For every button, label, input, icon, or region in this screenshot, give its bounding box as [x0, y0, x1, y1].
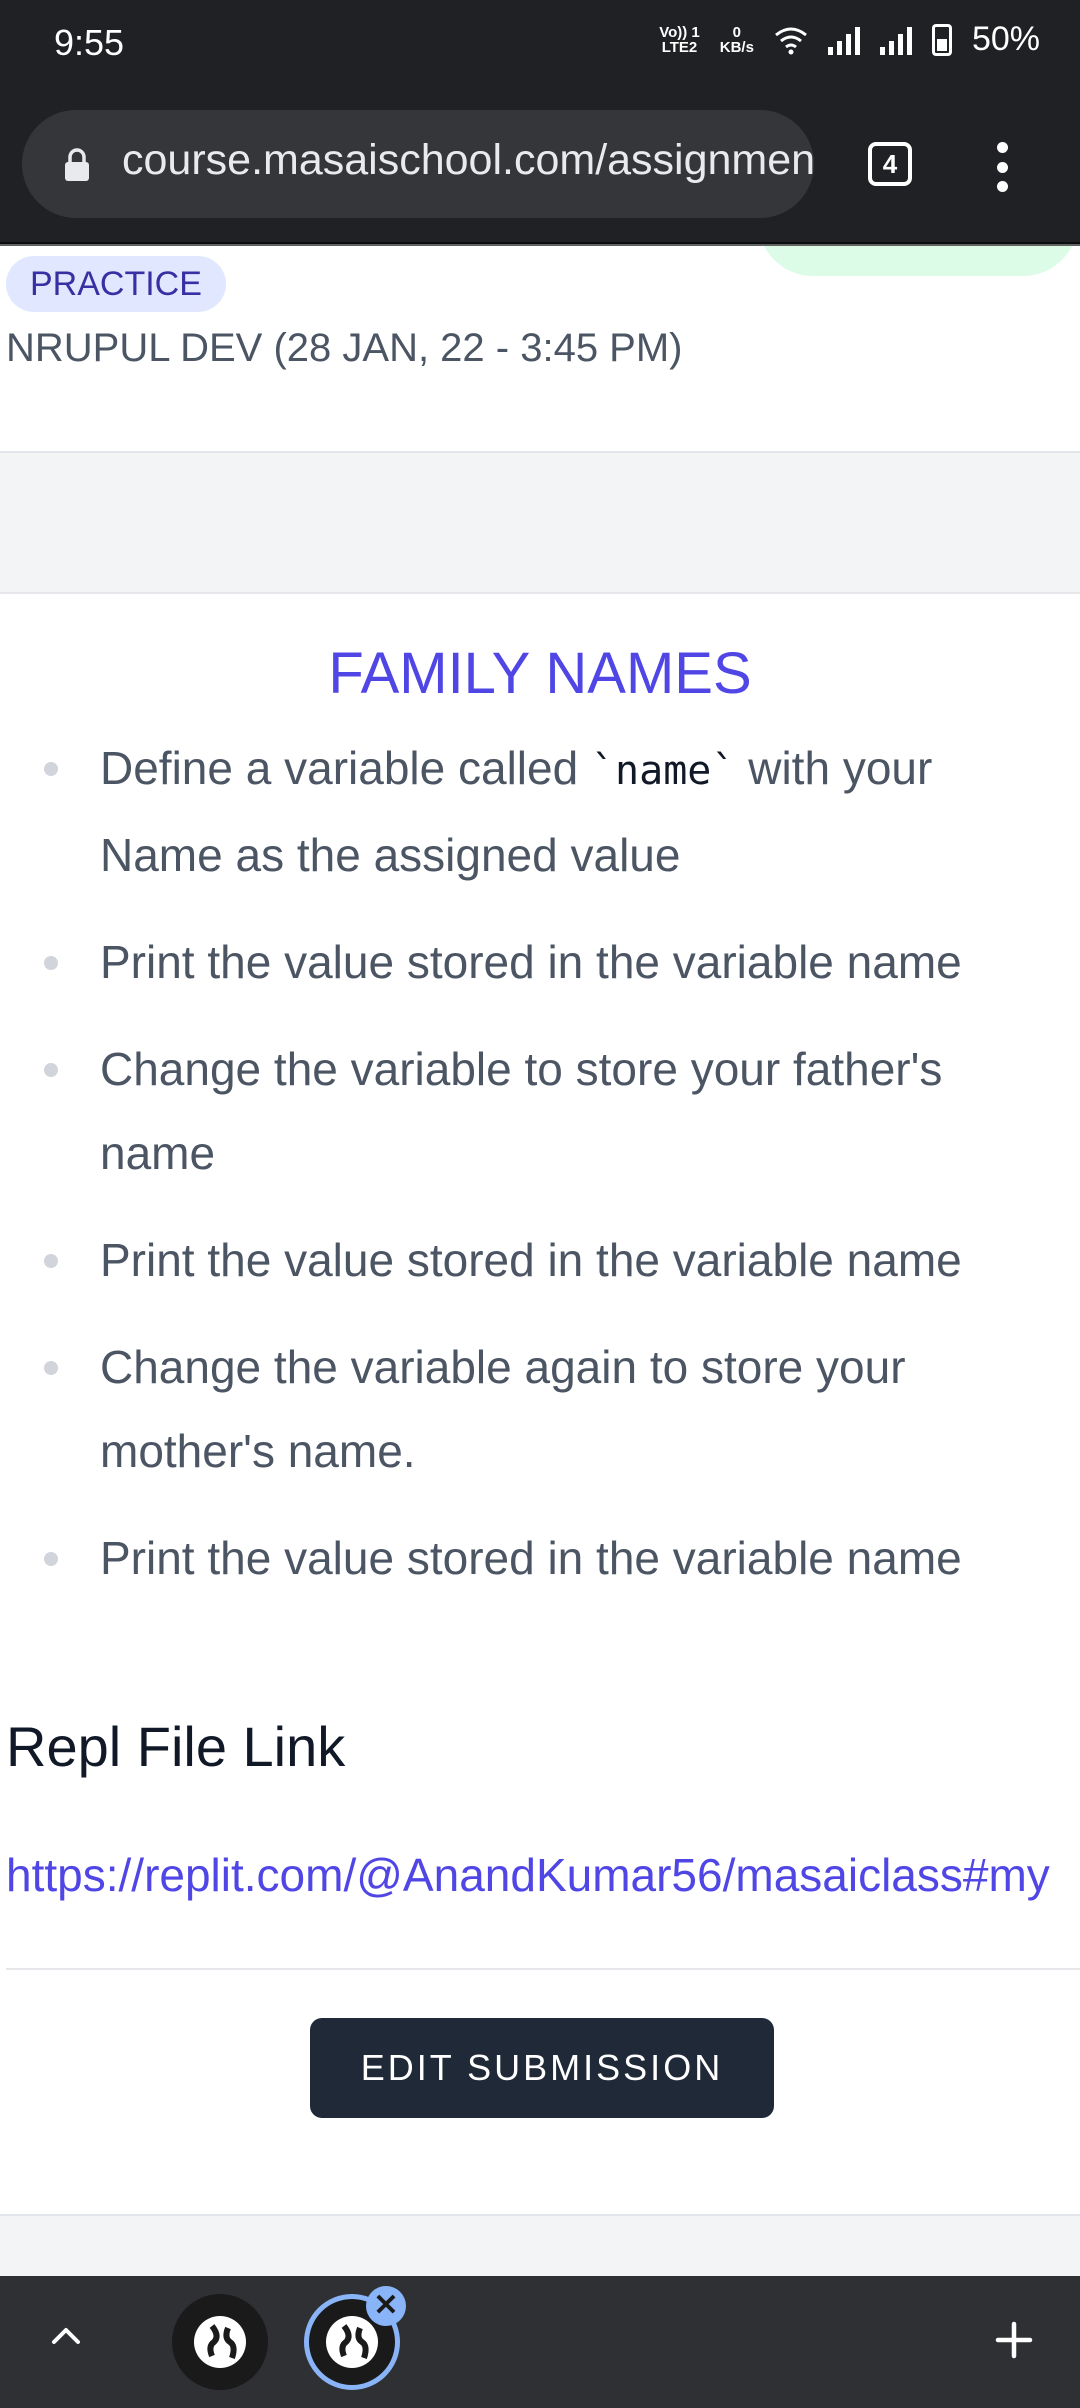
globe-icon — [326, 2316, 378, 2368]
data-rate-indicator: 0 KB/s — [720, 25, 754, 55]
signal-icon-1 — [827, 25, 860, 55]
globe-icon — [194, 2316, 246, 2368]
signal-icon-2 — [879, 25, 912, 55]
practice-badge: PRACTICE — [6, 256, 226, 312]
new-tab-icon[interactable] — [990, 2316, 1038, 2364]
author-line: NRUPUL DEV (28 JAN, 22 - 3:45 PM) — [6, 326, 683, 370]
volte-indicator: Vo)) 1 LTE2 — [659, 25, 700, 55]
chevron-up-icon[interactable] — [46, 2316, 86, 2356]
steps-list: Define a variable called `name` with you… — [0, 726, 1080, 1623]
status-icons: Vo)) 1 LTE2 0 KB/s 50% — [659, 20, 1040, 59]
url-text[interactable]: course.masaischool.com/assignments — [122, 136, 814, 185]
assignment-header-card: PRACTICE NRUPUL DEV (28 JAN, 22 - 3:45 P… — [0, 246, 1080, 453]
list-item: Print the value stored in the variable n… — [0, 1516, 1080, 1600]
code-snippet: `name` — [590, 748, 736, 794]
repl-file-heading: Repl File Link — [6, 1715, 346, 1778]
data-rate-unit: KB/s — [719, 38, 754, 56]
address-bar[interactable]: course.masaischool.com/assignments — [22, 110, 814, 218]
problem-title: FAMILY NAMES — [328, 641, 752, 706]
data-rate-value: 0 — [732, 23, 742, 41]
repl-file-link[interactable]: https://replit.com/@AnandKumar56/masaicl… — [6, 1848, 1050, 1902]
browser-toolbar: course.masaischool.com/assignments 4 — [0, 92, 1080, 244]
tab-switcher-button[interactable]: 4 — [868, 142, 912, 186]
problem-card: FAMILY NAMES Define a variable called `n… — [0, 592, 1080, 2216]
close-tab-icon[interactable]: ✕ — [366, 2286, 406, 2326]
lock-icon — [65, 148, 89, 181]
status-time: 9:55 — [54, 22, 125, 63]
list-item: Change the variable to store your father… — [0, 1027, 1080, 1195]
wifi-icon — [775, 27, 807, 54]
list-item: Print the value stored in the variable n… — [0, 1218, 1080, 1302]
status-badge — [758, 246, 1078, 276]
more-menu-icon[interactable] — [992, 142, 1012, 192]
edit-submission-button[interactable]: EDIT SUBMISSION — [310, 2018, 774, 2118]
status-bar: 9:55 Vo)) 1 LTE2 0 KB/s 50% — [0, 0, 1080, 92]
list-item: Print the value stored in the variable n… — [0, 920, 1080, 1004]
bottom-tab-bar: ✕ — [0, 2276, 1080, 2408]
section-divider — [6, 1968, 1080, 1970]
lte-label: LTE2 — [661, 38, 698, 56]
battery-percent: 50% — [971, 20, 1040, 58]
tab-thumbnail[interactable] — [172, 2294, 268, 2390]
list-item: Change the variable again to store your … — [0, 1325, 1080, 1493]
battery-icon — [931, 23, 952, 56]
list-item: Define a variable called `name` with you… — [0, 726, 1080, 897]
step-text: Define a variable called — [100, 742, 591, 794]
volte-label: Vo)) 1 — [659, 23, 700, 41]
